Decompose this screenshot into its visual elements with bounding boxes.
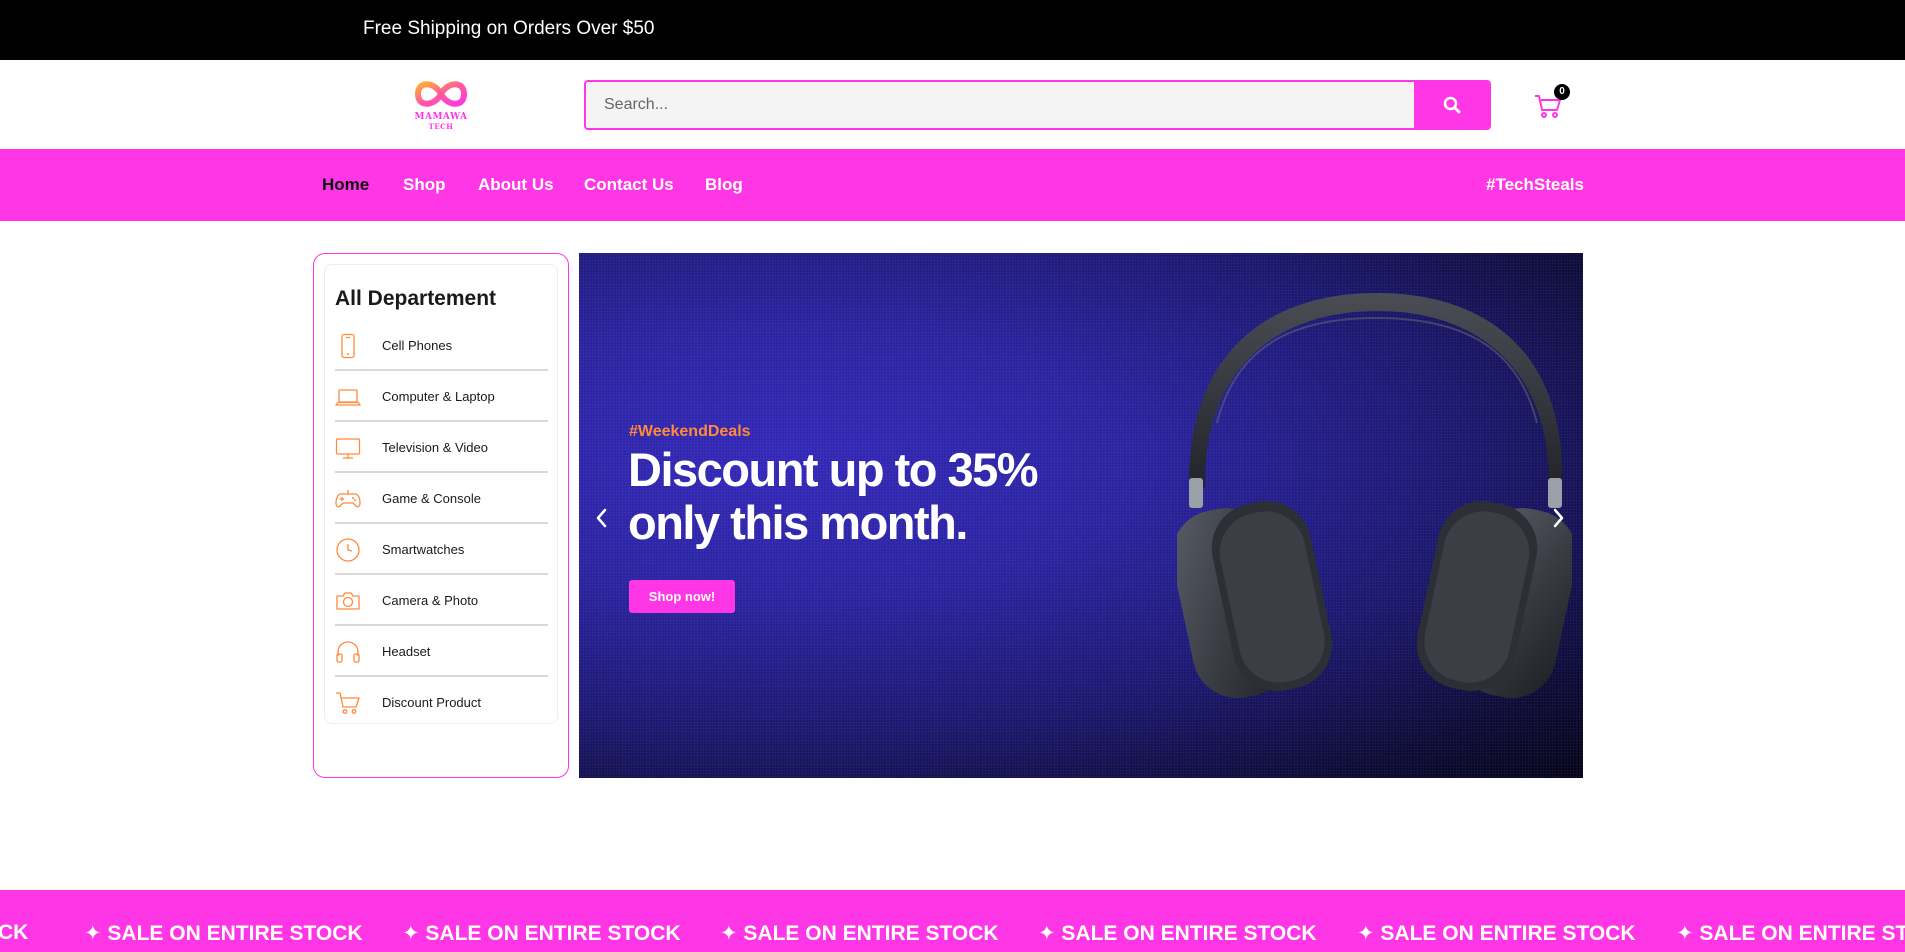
gamepad-icon	[335, 490, 361, 508]
department-label: Cell Phones	[382, 338, 453, 353]
department-label: Game & Console	[382, 491, 481, 506]
nav-item-home[interactable]: Home	[322, 175, 369, 195]
hero-headline-line1: Discount up to 35%	[628, 443, 1039, 496]
department-item-camera-photo[interactable]: Camera & Photo	[335, 575, 548, 626]
department-item-game-console[interactable]: Game & Console	[335, 473, 548, 524]
tech-steals-tag[interactable]: #TechSteals	[1486, 175, 1584, 195]
hero-headline-line2: only this month.	[628, 496, 968, 549]
department-label: Discount Product	[382, 695, 481, 710]
cart-icon	[336, 692, 360, 714]
department-item-discount-product[interactable]: Discount Product	[335, 677, 548, 728]
search-bar	[584, 80, 1491, 130]
hero-tag: #WeekendDeals	[629, 423, 751, 440]
ticker-item: ✦ SALE ON ENTIRE STOCK	[1038, 922, 1317, 945]
chevron-right-icon[interactable]	[1547, 503, 1571, 533]
cart-count-badge: 0	[1554, 84, 1570, 100]
department-panel: All Departement Cell Phones Computer & L…	[313, 253, 569, 778]
nav-item-about-us[interactable]: About Us	[478, 175, 554, 195]
nav-item-contact-us[interactable]: Contact Us	[584, 175, 674, 195]
laptop-icon	[335, 389, 361, 406]
department-list: Cell Phones Computer & Laptop Television…	[335, 320, 548, 728]
main-navbar: Home Shop About Us Contact Us Blog #Tech…	[0, 149, 1905, 221]
sale-ticker: CK ✦ SALE ON ENTIRE STOCK ✦ SALE ON ENTI…	[0, 890, 1905, 952]
search-button[interactable]	[1414, 82, 1489, 128]
clock-icon	[336, 538, 360, 562]
cart-button[interactable]: 0	[1533, 84, 1570, 120]
logo-sub: TECH	[428, 122, 454, 131]
logo-name: MAMAWA	[414, 112, 468, 122]
ticker-item: ✦ SALE ON ENTIRE STOCK	[84, 922, 363, 945]
nav-item-blog[interactable]: Blog	[705, 175, 743, 195]
ticker-item-partial: CK	[0, 921, 29, 944]
hero-banner: #WeekendDeals Discount up to 35% only th…	[579, 253, 1583, 778]
top-promo-bar: Free Shipping on Orders Over $50	[0, 0, 1905, 60]
ticker-item: ✦ SALE ON ENTIRE STOCK	[1676, 922, 1905, 945]
search-icon	[1443, 96, 1460, 114]
nav-item-shop[interactable]: Shop	[403, 175, 446, 195]
department-title: All Departement	[335, 287, 497, 310]
free-shipping-text: Free Shipping on Orders Over $50	[363, 18, 655, 39]
department-item-smartwatches[interactable]: Smartwatches	[335, 524, 548, 575]
department-label: Computer & Laptop	[382, 389, 495, 404]
department-item-television-video[interactable]: Television & Video	[335, 422, 548, 473]
search-input[interactable]	[586, 82, 1416, 128]
infinity-logo-icon	[414, 81, 468, 107]
department-item-headset[interactable]: Headset	[335, 626, 548, 677]
chevron-left-icon[interactable]	[589, 503, 613, 533]
site-logo[interactable]: MAMAWA TECH	[408, 74, 474, 134]
headphones-product-image	[1177, 293, 1572, 698]
camera-icon	[336, 592, 360, 610]
department-card: All Departement Cell Phones Computer & L…	[324, 264, 558, 724]
ticker-item: ✦ SALE ON ENTIRE STOCK	[1357, 922, 1636, 945]
department-item-computer-laptop[interactable]: Computer & Laptop	[335, 371, 548, 422]
phone-icon	[341, 333, 355, 359]
ticker-item: ✦ SALE ON ENTIRE STOCK	[720, 922, 999, 945]
department-label: Camera & Photo	[382, 593, 479, 608]
shop-now-button[interactable]: Shop now!	[629, 580, 735, 613]
ticker-item: ✦ SALE ON ENTIRE STOCK	[402, 922, 681, 945]
department-item-cell-phones[interactable]: Cell Phones	[335, 320, 548, 371]
monitor-icon	[335, 438, 361, 459]
department-label: Headset	[382, 644, 431, 659]
headphones-icon	[336, 641, 360, 663]
department-label: Smartwatches	[382, 542, 465, 557]
logo-wordmark: MAMAWA TECH	[408, 112, 474, 132]
hero-headline: Discount up to 35% only this month.	[628, 443, 1148, 549]
department-label: Television & Video	[382, 440, 488, 455]
site-header: MAMAWA TECH 0	[0, 60, 1905, 149]
